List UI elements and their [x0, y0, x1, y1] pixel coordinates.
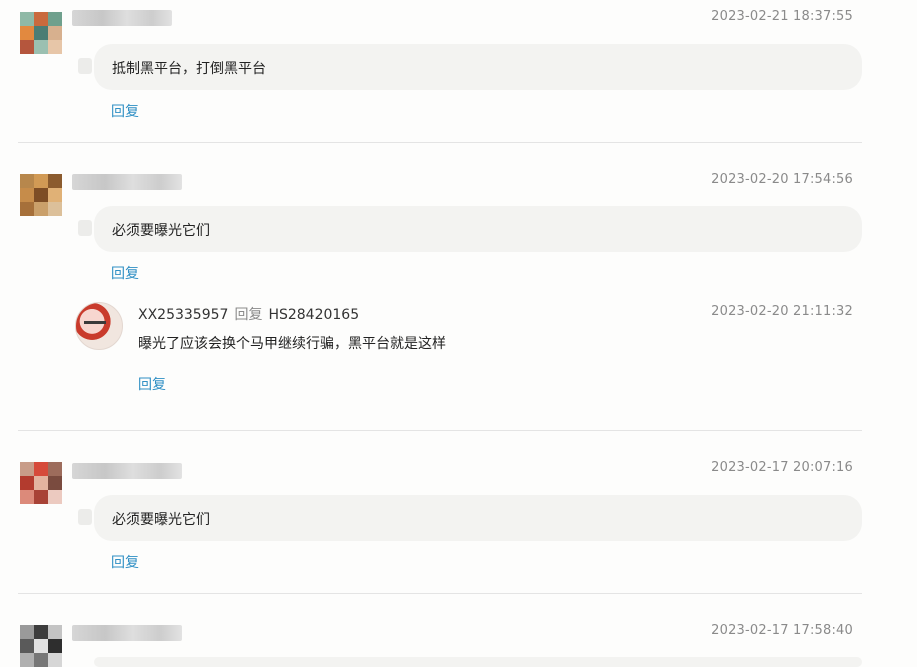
comment-text: 必须要曝光它们 — [112, 512, 210, 528]
reply-word: 回复 — [234, 307, 263, 323]
comment-time: 2023-02-17 17:58:40 — [711, 623, 853, 638]
avatar-pixel — [48, 625, 62, 639]
comment-text: 抵制黑平台，打倒黑平台 — [112, 61, 266, 77]
username-blurred[interactable] — [72, 625, 182, 641]
comment-item: 2023-02-17 17:58:40 — [0, 594, 917, 667]
comment-list: 2023-02-21 18:37:55 抵制黑平台，打倒黑平台 回复 2023-… — [0, 0, 917, 667]
comment-time: 2023-02-21 18:37:55 — [711, 9, 853, 24]
avatar-pixel — [48, 26, 62, 40]
avatar-pixel — [48, 12, 62, 26]
reply-button[interactable]: 回复 — [111, 552, 139, 572]
avatar-pixel — [48, 202, 62, 216]
comment-bubble: 必须要曝光它们 — [78, 206, 862, 252]
avatar-pixel — [20, 639, 34, 653]
reply-text: 曝光了应该会换个马甲继续行骗，黑平台就是这样 — [138, 336, 446, 352]
avatar-pixel — [34, 26, 48, 40]
avatar-pixel — [34, 12, 48, 26]
avatar-pixel — [34, 653, 48, 667]
reply-author[interactable]: XX25335957 — [138, 307, 228, 323]
avatar-pixel — [48, 188, 62, 202]
quote-mark-icon — [78, 58, 92, 74]
comment-bubble — [94, 657, 862, 667]
avatar-pixel — [48, 639, 62, 653]
avatar-pixel — [20, 202, 34, 216]
avatar-pixel — [34, 639, 48, 653]
username-blurred[interactable] — [72, 463, 182, 479]
avatar[interactable] — [20, 462, 62, 504]
reply-avatar[interactable] — [75, 302, 123, 350]
avatar-pixel — [20, 476, 34, 490]
avatar-pixel — [34, 490, 48, 504]
avatar-pixel — [34, 202, 48, 216]
comment-item: 2023-02-21 18:37:55 抵制黑平台，打倒黑平台 回复 — [0, 0, 917, 142]
reply-button[interactable]: 回复 — [111, 263, 139, 283]
reply-time: 2023-02-20 21:11:32 — [711, 304, 853, 319]
avatar-pixel — [20, 12, 34, 26]
username-blurred[interactable] — [72, 10, 172, 26]
username-blurred[interactable] — [72, 174, 182, 190]
reply-button[interactable]: 回复 — [111, 101, 139, 121]
comment-item: 2023-02-20 17:54:56 必须要曝光它们 回复 XX2533595… — [0, 143, 917, 430]
comment-time: 2023-02-20 17:54:56 — [711, 172, 853, 187]
reply-header: XX25335957 回复 HS28420165 — [138, 304, 359, 324]
avatar[interactable] — [20, 625, 62, 667]
comment-text: 必须要曝光它们 — [112, 223, 210, 239]
avatar-pixel — [20, 40, 34, 54]
comment-bubble: 必须要曝光它们 — [78, 495, 862, 541]
reply-button[interactable]: 回复 — [138, 374, 166, 394]
avatar-pixel — [34, 188, 48, 202]
avatar[interactable] — [20, 12, 62, 54]
avatar-pixel — [20, 625, 34, 639]
avatar-pixel — [20, 188, 34, 202]
avatar-pixel — [48, 462, 62, 476]
quote-mark-icon — [78, 220, 92, 236]
avatar-pixel — [48, 476, 62, 490]
avatar-pixel — [34, 625, 48, 639]
comment-item: 2023-02-17 20:07:16 必须要曝光它们 回复 — [0, 431, 917, 593]
avatar-pixel — [34, 476, 48, 490]
avatar-pixel — [48, 174, 62, 188]
avatar-pixel — [48, 653, 62, 667]
avatar-pixel — [48, 490, 62, 504]
avatar[interactable] — [20, 174, 62, 216]
avatar-pixel — [20, 490, 34, 504]
avatar-pixel — [48, 40, 62, 54]
avatar-pixel — [34, 462, 48, 476]
avatar-pixel — [20, 26, 34, 40]
avatar-pixel — [34, 174, 48, 188]
comment-bubble: 抵制黑平台，打倒黑平台 — [78, 44, 862, 90]
avatar-pixel — [34, 40, 48, 54]
comment-time: 2023-02-17 20:07:16 — [711, 460, 853, 475]
avatar-pixel — [20, 462, 34, 476]
avatar-pixel — [20, 174, 34, 188]
avatar-pixel — [20, 653, 34, 667]
quote-mark-icon — [78, 509, 92, 525]
reply-target[interactable]: HS28420165 — [268, 307, 359, 323]
